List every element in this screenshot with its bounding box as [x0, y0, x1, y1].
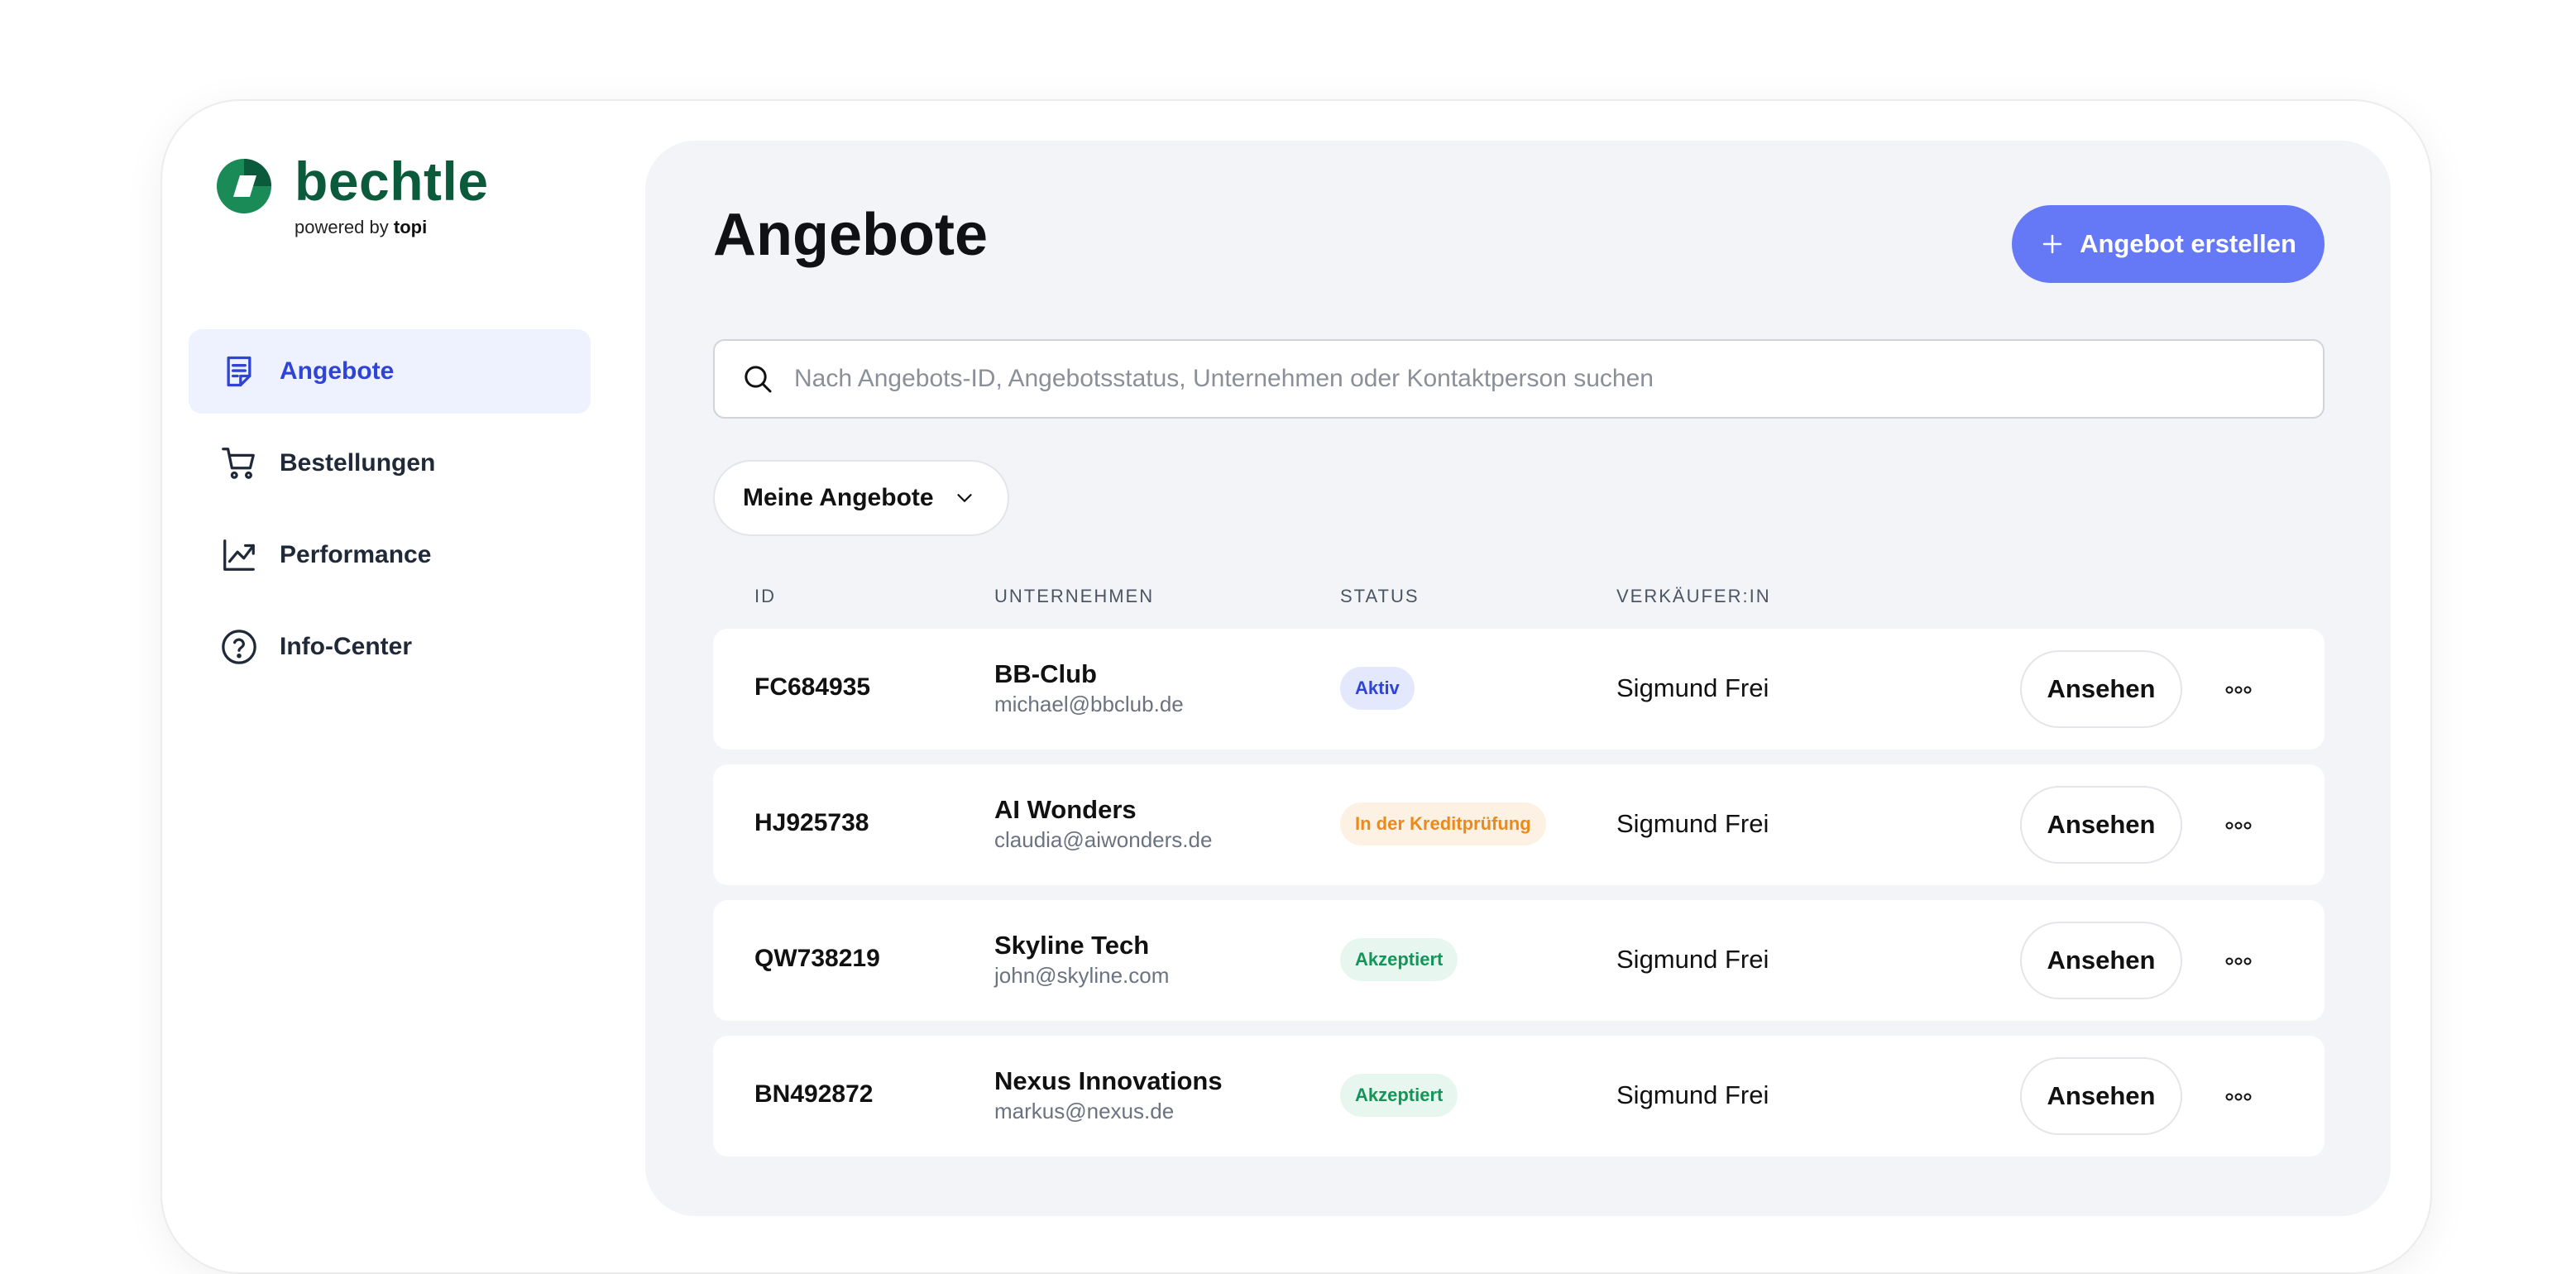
view-offer-button[interactable]: Ansehen: [2020, 922, 2182, 999]
company-name: BB-Club: [994, 659, 1097, 688]
more-options-icon[interactable]: [2220, 1079, 2257, 1115]
offer-id: HJ925738: [754, 809, 869, 836]
column-header-id: ID: [754, 586, 776, 606]
view-offer-button[interactable]: Ansehen: [2020, 786, 2182, 864]
company-name: Nexus Innovations: [994, 1066, 1223, 1095]
powered-by-label: powered by: [294, 217, 389, 237]
seller-name: Sigmund Frei: [1616, 1080, 1769, 1109]
seller-name: Sigmund Frei: [1616, 809, 1769, 838]
company-name: AI Wonders: [994, 795, 1137, 824]
seller-name: Sigmund Frei: [1616, 673, 1769, 702]
powered-by: powered by topi: [294, 217, 427, 238]
sidebar-item-performance[interactable]: Performance: [189, 513, 591, 597]
company-cell: Nexus Innovations markus@nexus.de: [994, 1066, 1223, 1125]
sidebar-item-label: Bestellungen: [280, 449, 436, 477]
status-badge: Aktiv: [1340, 667, 1415, 710]
filter-label: Meine Angebote: [743, 484, 934, 511]
contact-email: michael@bbclub.de: [994, 692, 1184, 716]
main-panel: Angebote Angebot erstellen Meine Angebot…: [645, 141, 2391, 1216]
search-icon: [745, 366, 772, 393]
powered-by-brand: topi: [393, 217, 428, 237]
status-badge: Akzeptiert: [1340, 1074, 1458, 1117]
status-badge: In der Kreditprüfung: [1340, 802, 1546, 845]
document-icon: [218, 351, 260, 392]
sidebar-nav: Angebote Bestellungen Performance Info-C…: [189, 329, 591, 697]
offer-id: QW738219: [754, 945, 880, 972]
table-header: ID UNTERNEHMEN STATUS VERKÄUFER:IN: [713, 586, 2325, 619]
offer-id: FC684935: [754, 673, 871, 701]
table-row[interactable]: HJ925738 AI Wonders claudia@aiwonders.de…: [713, 764, 2325, 885]
help-circle-icon: [218, 626, 260, 668]
search-input[interactable]: [792, 364, 2285, 394]
sidebar-item-bestellungen[interactable]: Bestellungen: [189, 421, 591, 505]
more-options-icon[interactable]: [2220, 943, 2257, 979]
brand-name: bechtle: [294, 151, 489, 212]
column-header-company: UNTERNEHMEN: [994, 586, 1155, 606]
company-cell: AI Wonders claudia@aiwonders.de: [994, 794, 1212, 854]
cart-icon: [218, 443, 260, 484]
contact-email: john@skyline.com: [994, 963, 1170, 988]
table-row[interactable]: QW738219 Skyline Tech john@skyline.com A…: [713, 900, 2325, 1021]
view-offer-button[interactable]: Ansehen: [2020, 650, 2182, 728]
sidebar-item-label: Performance: [280, 541, 432, 568]
seller-name: Sigmund Frei: [1616, 945, 1769, 974]
plus-icon: [2042, 234, 2062, 254]
contact-email: claudia@aiwonders.de: [994, 827, 1213, 852]
status-badge: Akzeptiert: [1340, 938, 1458, 981]
filter-dropdown[interactable]: Meine Angebote: [713, 460, 1009, 536]
column-header-seller: VERKÄUFER:IN: [1616, 586, 1771, 606]
sidebar-item-label: Info-Center: [280, 633, 412, 660]
chevron-down-icon: [956, 494, 972, 502]
offers-table: FC684935 BB-Club michael@bbclub.de Aktiv…: [713, 629, 2325, 1171]
view-offer-button[interactable]: Ansehen: [2020, 1057, 2182, 1135]
contact-email: markus@nexus.de: [994, 1099, 1175, 1123]
table-row[interactable]: FC684935 BB-Club michael@bbclub.de Aktiv…: [713, 629, 2325, 750]
sidebar-item-angebote[interactable]: Angebote: [189, 329, 591, 414]
create-offer-label: Angebot erstellen: [2080, 229, 2296, 258]
page-title: Angebote: [713, 202, 988, 268]
sidebar-item-label: Angebote: [280, 357, 395, 385]
more-options-icon[interactable]: [2220, 672, 2257, 708]
more-options-icon[interactable]: [2220, 807, 2257, 844]
company-cell: BB-Club michael@bbclub.de: [994, 659, 1184, 718]
search-bar[interactable]: [713, 339, 2325, 419]
sidebar-item-info-center[interactable]: Info-Center: [189, 605, 591, 689]
table-row[interactable]: BN492872 Nexus Innovations markus@nexus.…: [713, 1036, 2325, 1157]
offer-id: BN492872: [754, 1080, 874, 1108]
create-offer-button[interactable]: Angebot erstellen: [2012, 205, 2325, 283]
brand-logo[interactable]: bechtle powered by topi: [215, 151, 513, 240]
bechtle-logo-icon: [217, 159, 271, 213]
chart-trend-icon: [218, 534, 260, 576]
company-cell: Skyline Tech john@skyline.com: [994, 930, 1169, 989]
company-name: Skyline Tech: [994, 931, 1150, 960]
column-header-status: STATUS: [1340, 586, 1420, 606]
